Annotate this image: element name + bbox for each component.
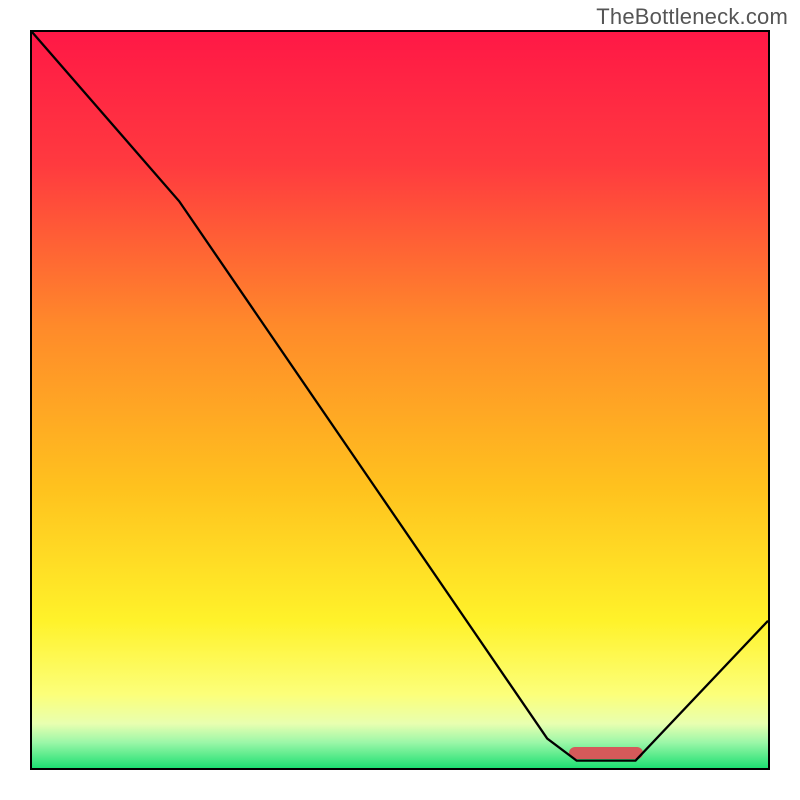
bottleneck-curve — [32, 32, 768, 768]
watermark-text: TheBottleneck.com — [596, 4, 788, 30]
plot-area — [30, 30, 770, 770]
chart-container: TheBottleneck.com — [0, 0, 800, 800]
